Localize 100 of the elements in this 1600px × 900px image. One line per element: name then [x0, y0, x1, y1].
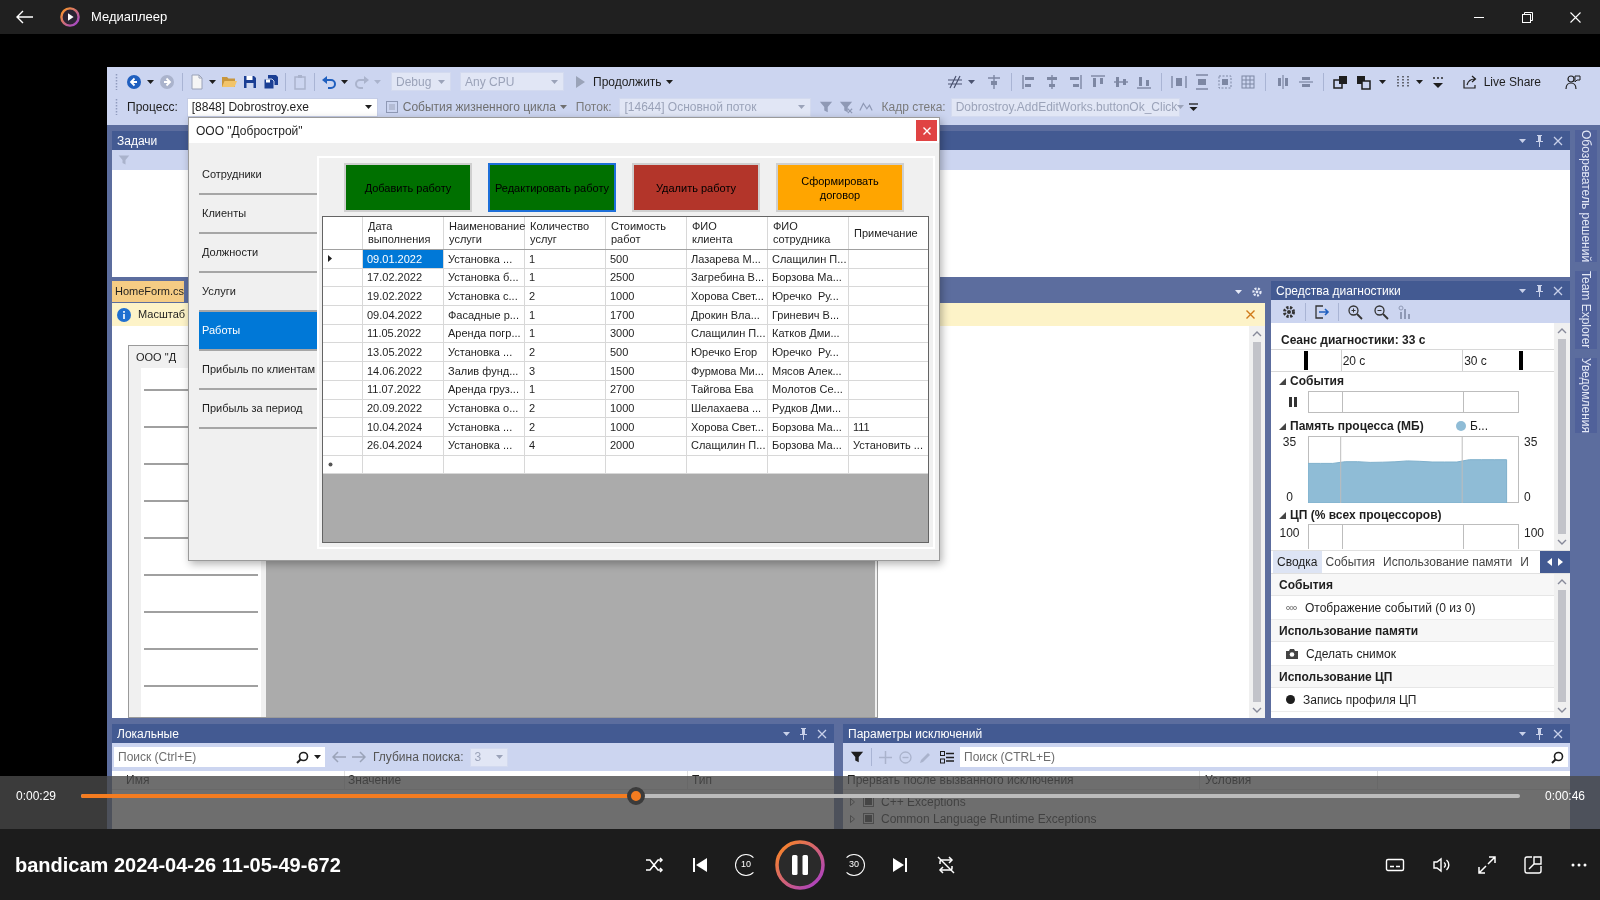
send-to-back-icon[interactable] [1355, 73, 1372, 90]
collapse-triangle-icon[interactable] [1279, 377, 1286, 385]
side-tab[interactable]: Обозреватель решений [1575, 130, 1597, 263]
scroll-right-icon[interactable] [1558, 558, 1563, 566]
close-button[interactable] [916, 120, 937, 141]
pause-icon[interactable] [1289, 397, 1297, 407]
undo-icon[interactable] [321, 73, 337, 90]
lifecycle-events-dropdown[interactable]: События жизненного цикла [402, 98, 567, 116]
dropdown-caret-icon[interactable] [341, 79, 348, 84]
search-field[interactable]: Поиск (Ctrl+E) [118, 748, 296, 766]
bring-to-front-icon[interactable] [1332, 73, 1349, 90]
search-icon[interactable] [1551, 750, 1564, 764]
dropdown-caret-icon[interactable] [147, 79, 154, 84]
horizontal-spacing-icon[interactable] [1170, 73, 1187, 90]
export-icon[interactable] [1314, 303, 1330, 320]
table-cell: 10.04.2024 [363, 418, 444, 436]
search-box[interactable]: Поиск (Ctrl+E) [114, 747, 325, 767]
process-dropdown[interactable]: [8848] Dobrostroy.exe [186, 97, 378, 117]
shuffle-icon[interactable] [644, 854, 664, 875]
chevron-down-icon[interactable] [1557, 707, 1567, 713]
column-header[interactable]: Количество услуг [525, 217, 606, 249]
feedback-person-icon[interactable] [1565, 73, 1581, 90]
live-share-button[interactable]: Live Share [1461, 72, 1541, 91]
dropdown-caret-icon[interactable] [314, 755, 321, 759]
sidebar-item[interactable]: Работы [199, 312, 317, 351]
search-icon[interactable] [296, 750, 309, 764]
pin-icon[interactable] [1535, 284, 1544, 297]
action-link[interactable]: Запись профиля ЦП [1303, 690, 1417, 709]
dropdown-caret-icon[interactable] [1415, 79, 1423, 84]
record-dot-icon [1286, 695, 1295, 704]
repeat-off-icon[interactable] [936, 854, 956, 875]
filter-icon[interactable] [850, 750, 864, 764]
table-cell: 1000 [606, 418, 687, 436]
table-cell: 1 [525, 380, 606, 399]
column-header[interactable]: Стоимость работ [606, 217, 687, 249]
pin-icon[interactable] [1535, 134, 1544, 147]
section-heading: Использование ЦП [1271, 666, 1554, 688]
vertical-spacing-icon[interactable] [1193, 73, 1210, 90]
mini-player-icon[interactable] [1523, 854, 1543, 875]
scrollbar-thumb[interactable] [1558, 590, 1566, 702]
dropdown-caret-icon[interactable] [1378, 79, 1386, 84]
settings-icon[interactable] [1251, 285, 1263, 298]
fullscreen-icon[interactable] [1477, 854, 1497, 875]
pause-icon[interactable] [775, 839, 825, 890]
clipboard-icon[interactable] [292, 73, 308, 90]
chevron-up-icon[interactable] [1252, 331, 1262, 337]
table-cell: Установка ... [444, 436, 525, 455]
column-header[interactable]: Дата выполнения [363, 217, 444, 249]
column-header[interactable]: ФИО клиента [687, 217, 768, 249]
scrollbar[interactable] [1554, 574, 1570, 718]
fit-size-icon[interactable] [1216, 73, 1233, 90]
collapse-triangle-icon[interactable] [1279, 511, 1286, 519]
chevron-up-icon[interactable] [1557, 328, 1567, 334]
scrollbar[interactable] [1554, 323, 1570, 550]
scrollbar-thumb[interactable] [1558, 339, 1566, 534]
scrollbar[interactable] [1249, 326, 1265, 718]
dropdown-caret-icon[interactable] [364, 105, 372, 109]
range-handle[interactable] [1519, 351, 1523, 370]
column-header[interactable]: Примечание [849, 217, 928, 249]
action-link[interactable]: Сделать снимок [1306, 644, 1396, 663]
collapse-triangle-icon[interactable] [1279, 422, 1286, 430]
list-settings-icon[interactable] [940, 750, 954, 764]
dropdown-caret-icon[interactable] [209, 79, 216, 84]
document-tab[interactable]: HomeForm.cs [112, 281, 184, 302]
save-all-icon[interactable] [263, 73, 279, 90]
toolbar-grip-icon[interactable] [115, 72, 118, 91]
save-icon[interactable] [242, 73, 258, 90]
zoom-in-icon[interactable] [1347, 303, 1363, 320]
share-icon[interactable] [1461, 73, 1478, 90]
dropdown-caret-icon[interactable] [665, 79, 673, 84]
toolbar-grip-icon[interactable] [115, 98, 118, 116]
dotted-lines-icon[interactable] [1394, 73, 1411, 90]
restore-icon[interactable] [1522, 11, 1533, 23]
column-header[interactable]: ФИО сотрудника [768, 217, 849, 249]
scroll-left-icon[interactable] [1547, 558, 1552, 566]
seek-thumb[interactable] [627, 786, 646, 805]
settings-icon[interactable] [1281, 303, 1297, 320]
back-icon[interactable] [126, 73, 142, 90]
align-top-icon[interactable] [1089, 73, 1106, 90]
chevron-up-icon[interactable] [1557, 579, 1567, 585]
zoom-out-icon[interactable] [1373, 303, 1389, 320]
pin-icon[interactable] [799, 727, 808, 740]
align-left-icon[interactable] [1020, 73, 1037, 90]
chevron-down-icon[interactable] [1557, 539, 1567, 545]
hatched-icon[interactable] [946, 73, 963, 90]
pin-icon[interactable] [1535, 727, 1544, 740]
side-tab[interactable]: Уведомления [1575, 357, 1597, 433]
continue-button[interactable]: Продолжить [572, 72, 673, 91]
align-icon[interactable] [985, 73, 1002, 90]
minimize-icon[interactable] [1474, 16, 1484, 18]
range-handle[interactable] [1304, 351, 1308, 370]
overflow-caret-icon[interactable] [1188, 103, 1198, 111]
action-button[interactable]: Сформировать договор [776, 163, 904, 212]
column-header[interactable]: Наименование услуги [444, 217, 525, 249]
scrollbar-thumb[interactable] [1253, 342, 1261, 702]
action-link[interactable]: Отображение событий (0 из 0) [1305, 598, 1476, 617]
chevron-down-icon[interactable] [1252, 707, 1262, 713]
legend-dot-icon [1456, 421, 1467, 431]
tab[interactable]: Сводка [1273, 551, 1322, 573]
side-tab[interactable]: Team Explorer [1575, 271, 1597, 349]
